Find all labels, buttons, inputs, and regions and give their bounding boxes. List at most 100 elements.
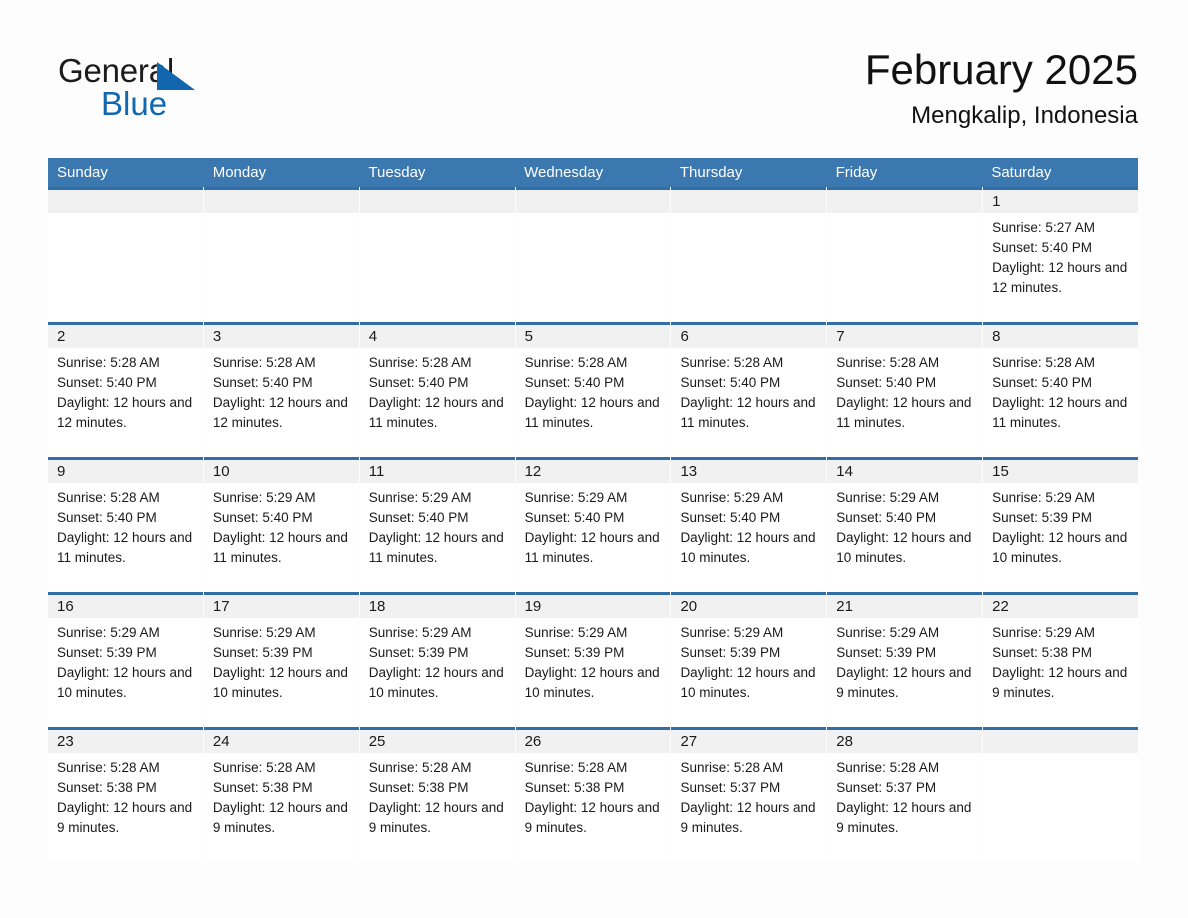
day-cell-4[interactable]: 4 Sunrise: 5:28 AM Sunset: 5:40 PM Daylight… (359, 322, 515, 457)
day-details: Sunrise: 5:28 AM Sunset: 5:40 PM Daylight:… (204, 348, 359, 433)
daylight-text: Daylight: 12 hours and 11 minutes. (680, 395, 816, 430)
day-number: 28 (827, 730, 983, 753)
day-cell-16[interactable]: 16 Sunrise: 5:29 AM Sunset: 5:39 PM Dayligh… (48, 592, 203, 727)
day-details: Sunrise: 5:28 AM Sunset: 5:40 PM Daylight:… (360, 348, 515, 433)
day-cell-8[interactable]: 8 Sunrise: 5:28 AM Sunset: 5:40 PM Daylight… (983, 322, 1139, 457)
daylight-text: Daylight: 12 hours and 11 minutes. (524, 395, 660, 430)
sunrise-text: Sunrise: 5:29 AM (524, 490, 628, 505)
sunrise-text: Sunrise: 5:28 AM (524, 760, 628, 775)
sunrise-text: Sunrise: 5:28 AM (212, 355, 316, 370)
generalblue-logo[interactable]: General Blue (58, 52, 258, 130)
day-number: 26 (515, 730, 671, 753)
day-details: Sunrise: 5:28 AM Sunset: 5:38 PM Daylight:… (48, 753, 203, 838)
day-cell-13[interactable]: 13 Sunrise: 5:29 AM Sunset: 5:40 PM Dayligh… (671, 457, 827, 592)
day-details: Sunrise: 5:28 AM Sunset: 5:40 PM Daylight:… (48, 483, 203, 568)
day-cell-21[interactable]: 21 Sunrise: 5:29 AM Sunset: 5:39 PM Dayligh… (827, 592, 983, 727)
sunrise-text: Sunrise: 5:29 AM (680, 625, 784, 640)
daylight-text: Daylight: 12 hours and 9 minutes. (368, 800, 504, 835)
sunrise-text: Sunrise: 5:28 AM (524, 355, 628, 370)
sunset-text: Sunset: 5:38 PM (992, 645, 1092, 660)
weekday-header-wednesday: Wednesday (524, 164, 604, 181)
calendar-body: 1 Sunrise: 5:27 AM Sunset: 5:40 PM Daylight… (48, 187, 1139, 862)
daylight-text: Daylight: 12 hours and 10 minutes. (836, 530, 972, 565)
weekday-header-thursday: Thursday (679, 164, 743, 181)
day-number: 14 (827, 460, 983, 483)
sunrise-text: Sunrise: 5:28 AM (368, 355, 472, 370)
sunset-text: Sunset: 5:40 PM (524, 510, 625, 525)
day-cell-3[interactable]: 3 Sunrise: 5:28 AM Sunset: 5:40 PM Daylight… (203, 322, 359, 457)
day-cell-27[interactable]: 27 Sunrise: 5:28 AM Sunset: 5:37 PM Dayligh… (671, 727, 827, 862)
day-cell-24[interactable]: 24 Sunrise: 5:28 AM Sunset: 5:38 PM Dayligh… (203, 727, 359, 862)
sunset-text: Sunset: 5:40 PM (368, 510, 469, 525)
sunrise-text: Sunrise: 5:29 AM (836, 490, 940, 505)
day-details: Sunrise: 5:29 AM Sunset: 5:39 PM Daylight:… (983, 483, 1138, 568)
day-details: Sunrise: 5:29 AM Sunset: 5:39 PM Daylight:… (516, 618, 671, 703)
day-cell-23[interactable]: 23 Sunrise: 5:28 AM Sunset: 5:38 PM Dayligh… (48, 727, 203, 862)
sunset-text: Sunset: 5:40 PM (57, 510, 157, 525)
daylight-text: Daylight: 12 hours and 12 minutes. (57, 395, 193, 430)
day-details: Sunrise: 5:29 AM Sunset: 5:40 PM Daylight:… (827, 483, 982, 568)
day-number: 1 (983, 190, 1139, 213)
day-cell-19[interactable]: 19 Sunrise: 5:29 AM Sunset: 5:39 PM Dayligh… (515, 592, 671, 727)
day-cell-5[interactable]: 5 Sunrise: 5:28 AM Sunset: 5:40 PM Daylight… (515, 322, 671, 457)
day-details: Sunrise: 5:29 AM Sunset: 5:39 PM Daylight:… (48, 618, 203, 703)
calendar-page: General Blue February 2025 Mengkalip, In… (0, 0, 1188, 918)
day-cell-7[interactable]: 7 Sunrise: 5:28 AM Sunset: 5:40 PM Daylight… (827, 322, 983, 457)
day-cell-22[interactable]: 22 Sunrise: 5:29 AM Sunset: 5:38 PM Dayligh… (983, 592, 1139, 727)
daylight-text: Daylight: 12 hours and 11 minutes. (836, 395, 972, 430)
daylight-text: Daylight: 12 hours and 9 minutes. (836, 665, 972, 700)
day-number (671, 190, 827, 213)
day-cell-6[interactable]: 6 Sunrise: 5:28 AM Sunset: 5:40 PM Daylight… (671, 322, 827, 457)
day-cell-2[interactable]: 2 Sunrise: 5:28 AM Sunset: 5:40 PM Daylight… (48, 322, 203, 457)
day-cell-14[interactable]: 14 Sunrise: 5:29 AM Sunset: 5:40 PM Dayligh… (827, 457, 983, 592)
day-cell-empty (48, 187, 203, 322)
day-details: Sunrise: 5:28 AM Sunset: 5:40 PM Daylight:… (827, 348, 982, 433)
day-details: Sunrise: 5:28 AM Sunset: 5:37 PM Daylight:… (671, 753, 826, 838)
day-cell-26[interactable]: 26 Sunrise: 5:28 AM Sunset: 5:38 PM Dayligh… (515, 727, 671, 862)
day-number: 25 (359, 730, 515, 753)
day-number: 6 (671, 325, 827, 348)
calendar-week-row: 2 Sunrise: 5:28 AM Sunset: 5:40 PM Daylight… (48, 322, 1139, 457)
daylight-text: Daylight: 12 hours and 10 minutes. (368, 665, 504, 700)
daylight-text: Daylight: 12 hours and 9 minutes. (524, 800, 660, 835)
sunset-text: Sunset: 5:40 PM (57, 375, 157, 390)
day-cell-15[interactable]: 15 Sunrise: 5:29 AM Sunset: 5:39 PM Dayligh… (983, 457, 1139, 592)
day-cell-11[interactable]: 11 Sunrise: 5:29 AM Sunset: 5:40 PM Dayligh… (359, 457, 515, 592)
day-details: Sunrise: 5:28 AM Sunset: 5:40 PM Daylight:… (671, 348, 826, 433)
day-number: 8 (983, 325, 1139, 348)
sunrise-text: Sunrise: 5:29 AM (368, 490, 472, 505)
day-cell-20[interactable]: 20 Sunrise: 5:29 AM Sunset: 5:39 PM Dayligh… (671, 592, 827, 727)
sunset-text: Sunset: 5:40 PM (836, 375, 937, 390)
day-cell-25[interactable]: 25 Sunrise: 5:28 AM Sunset: 5:38 PM Dayligh… (359, 727, 515, 862)
day-cell-9[interactable]: 9 Sunrise: 5:28 AM Sunset: 5:40 PM Daylight… (48, 457, 203, 592)
sunrise-text: Sunrise: 5:28 AM (680, 760, 784, 775)
day-cell-17[interactable]: 17 Sunrise: 5:29 AM Sunset: 5:39 PM Dayligh… (203, 592, 359, 727)
sunset-text: Sunset: 5:40 PM (992, 375, 1092, 390)
sunset-text: Sunset: 5:40 PM (524, 375, 625, 390)
day-number: 15 (983, 460, 1139, 483)
sunset-text: Sunset: 5:39 PM (836, 645, 937, 660)
daylight-text: Daylight: 12 hours and 11 minutes. (524, 530, 660, 565)
day-details: Sunrise: 5:29 AM Sunset: 5:39 PM Daylight:… (827, 618, 982, 703)
day-number: 13 (671, 460, 827, 483)
sunrise-text: Sunrise: 5:28 AM (57, 355, 160, 370)
daylight-text: Daylight: 12 hours and 10 minutes. (524, 665, 660, 700)
day-number (203, 190, 359, 213)
daylight-text: Daylight: 12 hours and 12 minutes. (212, 395, 348, 430)
day-cell-empty (203, 187, 359, 322)
day-cell-28[interactable]: 28 Sunrise: 5:28 AM Sunset: 5:37 PM Dayligh… (827, 727, 983, 862)
day-cell-12[interactable]: 12 Sunrise: 5:29 AM Sunset: 5:40 PM Dayligh… (515, 457, 671, 592)
day-cell-10[interactable]: 10 Sunrise: 5:29 AM Sunset: 5:40 PM Dayligh… (203, 457, 359, 592)
day-cell-18[interactable]: 18 Sunrise: 5:29 AM Sunset: 5:39 PM Dayligh… (359, 592, 515, 727)
daylight-text: Daylight: 12 hours and 10 minutes. (680, 665, 816, 700)
day-number: 10 (203, 460, 359, 483)
sunset-text: Sunset: 5:38 PM (524, 780, 625, 795)
sunset-text: Sunset: 5:40 PM (212, 375, 313, 390)
day-cell-1[interactable]: 1 Sunrise: 5:27 AM Sunset: 5:40 PM Daylight… (983, 187, 1139, 322)
daylight-text: Daylight: 12 hours and 11 minutes. (992, 395, 1128, 430)
daylight-text: Daylight: 12 hours and 9 minutes. (212, 800, 348, 835)
day-number: 2 (48, 325, 203, 348)
day-details: Sunrise: 5:27 AM Sunset: 5:40 PM Daylight:… (983, 213, 1138, 298)
day-number (359, 190, 515, 213)
sunset-text: Sunset: 5:40 PM (992, 240, 1092, 255)
